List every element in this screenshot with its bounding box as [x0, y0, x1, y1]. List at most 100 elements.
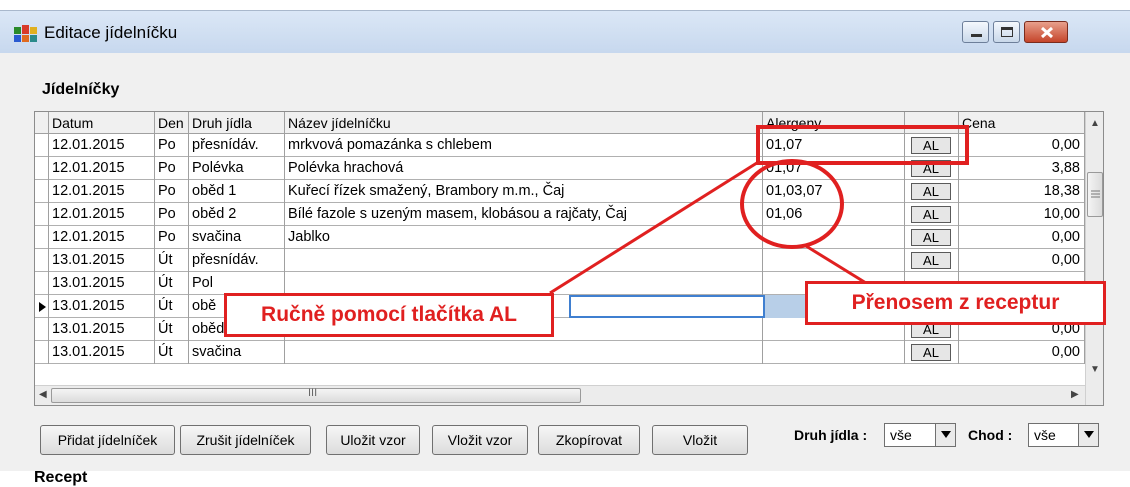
cell-alergeny[interactable]: 01,03,07: [763, 180, 905, 203]
cell-nazev[interactable]: Polévka hrachová: [285, 157, 763, 180]
cell-datum[interactable]: 12.01.2015: [49, 180, 155, 203]
cell-den[interactable]: Po: [155, 203, 189, 226]
allergen-button[interactable]: AL: [911, 252, 951, 269]
cell-datum[interactable]: 12.01.2015: [49, 226, 155, 249]
cell-nazev[interactable]: Jablko: [285, 226, 763, 249]
cell-nazev[interactable]: mrkvová pomazánka s chlebem: [285, 134, 763, 157]
cell-den[interactable]: Po: [155, 157, 189, 180]
cell-druh[interactable]: Polévka: [189, 157, 285, 180]
cell-nazev[interactable]: Kuřecí řízek smažený, Brambory m.m., Čaj: [285, 180, 763, 203]
row-indicator[interactable]: [35, 226, 49, 249]
cell-druh[interactable]: svačina: [189, 341, 285, 364]
cell-datum[interactable]: 12.01.2015: [49, 157, 155, 180]
cell-den[interactable]: Út: [155, 341, 189, 364]
vertical-scrollbar[interactable]: ▲ ▼: [1085, 112, 1103, 405]
cell-alergeny[interactable]: [763, 249, 905, 272]
allergen-button[interactable]: AL: [911, 183, 951, 200]
header-alergeny[interactable]: Alergeny: [763, 112, 905, 134]
vertical-scroll-thumb[interactable]: [1087, 172, 1103, 217]
cell-nazev[interactable]: [285, 272, 763, 295]
cell-cena[interactable]: 10,00: [959, 203, 1085, 226]
allergen-button[interactable]: AL: [911, 206, 951, 223]
cell-datum[interactable]: 12.01.2015: [49, 203, 155, 226]
course-select[interactable]: vše: [1028, 423, 1099, 447]
table-row[interactable]: 12.01.2015 Po oběd 2 Bílé fazole s uzeným m…: [35, 203, 1085, 226]
header-den[interactable]: Den: [155, 112, 189, 134]
cell-druh[interactable]: Pol: [189, 272, 285, 295]
cell-nazev[interactable]: Bílé fazole s uzeným masem, klobásou a r…: [285, 203, 763, 226]
close-button[interactable]: [1024, 21, 1068, 43]
header-nazev[interactable]: Název jídelníčku: [285, 112, 763, 134]
cell-cena[interactable]: 3,88: [959, 157, 1085, 180]
table-row[interactable]: 12.01.2015 Po svačina Jablko AL 0,00: [35, 226, 1085, 249]
cell-cena[interactable]: 0,00: [959, 226, 1085, 249]
scroll-left-icon[interactable]: ◀: [39, 389, 47, 400]
cell-druh[interactable]: svačina: [189, 226, 285, 249]
allergen-button[interactable]: AL: [911, 344, 951, 361]
insert-template-button[interactable]: Vložit vzor: [432, 425, 528, 455]
header-druh[interactable]: Druh jídla: [189, 112, 285, 134]
cancel-menu-button[interactable]: Zrušit jídelníček: [180, 425, 311, 455]
cell-alergeny[interactable]: 01,06: [763, 203, 905, 226]
row-indicator[interactable]: [35, 318, 49, 341]
horizontal-scrollbar[interactable]: ◀ III ▶: [35, 385, 1085, 405]
cell-den[interactable]: Po: [155, 226, 189, 249]
table-row[interactable]: 12.01.2015 Po Polévka Polévka hrachová 01,07…: [35, 157, 1085, 180]
cell-den[interactable]: Po: [155, 180, 189, 203]
table-row[interactable]: 13.01.2015 Út přesnídáv. AL 0,00: [35, 249, 1085, 272]
scroll-down-icon[interactable]: ▼: [1090, 364, 1100, 375]
cell-den[interactable]: Út: [155, 249, 189, 272]
meal-type-dropdown-button[interactable]: [935, 424, 955, 446]
cell-alergeny[interactable]: [763, 226, 905, 249]
cell-datum[interactable]: 13.01.2015: [49, 295, 155, 318]
row-indicator[interactable]: [35, 249, 49, 272]
cell-datum[interactable]: 13.01.2015: [49, 249, 155, 272]
cell-cena[interactable]: 0,00: [959, 341, 1085, 364]
allergen-button[interactable]: AL: [911, 137, 951, 154]
row-indicator[interactable]: [35, 180, 49, 203]
cell-den[interactable]: Út: [155, 295, 189, 318]
cell-nazev[interactable]: [285, 341, 763, 364]
cell-cena[interactable]: 0,00: [959, 134, 1085, 157]
header-datum[interactable]: Datum: [49, 112, 155, 134]
row-indicator[interactable]: [35, 134, 49, 157]
minimize-button[interactable]: [962, 21, 989, 43]
cell-cena[interactable]: 18,38: [959, 180, 1085, 203]
allergen-button[interactable]: AL: [911, 229, 951, 246]
cell-den[interactable]: Po: [155, 134, 189, 157]
cell-druh[interactable]: přesnídáv.: [189, 134, 285, 157]
paste-button[interactable]: Vložit: [652, 425, 748, 455]
maximize-button[interactable]: [993, 21, 1020, 43]
cell-alergeny[interactable]: 01,07: [763, 157, 905, 180]
row-indicator[interactable]: [35, 272, 49, 295]
course-dropdown-button[interactable]: [1078, 424, 1098, 446]
row-indicator[interactable]: [35, 341, 49, 364]
horizontal-scroll-thumb[interactable]: III: [51, 387, 581, 403]
cell-den[interactable]: Út: [155, 272, 189, 295]
cell-datum[interactable]: 13.01.2015: [49, 341, 155, 364]
row-indicator[interactable]: [35, 203, 49, 226]
cell-cena[interactable]: 0,00: [959, 249, 1085, 272]
cell-datum[interactable]: 13.01.2015: [49, 272, 155, 295]
save-template-button[interactable]: Uložit vzor: [326, 425, 420, 455]
cell-druh[interactable]: oběd 1: [189, 180, 285, 203]
cell-druh[interactable]: oběd 2: [189, 203, 285, 226]
copy-button[interactable]: Zkopírovat: [538, 425, 640, 455]
cell-alergeny[interactable]: [763, 341, 905, 364]
cell-alergeny[interactable]: 01,07: [763, 134, 905, 157]
add-menu-button[interactable]: Přidat jídelníček: [40, 425, 175, 455]
name-edit-field[interactable]: [569, 295, 765, 318]
meal-type-select[interactable]: vše: [884, 423, 956, 447]
cell-datum[interactable]: 13.01.2015: [49, 318, 155, 341]
allergen-button[interactable]: AL: [911, 160, 951, 177]
scroll-right-icon[interactable]: ▶: [1071, 389, 1079, 400]
cell-druh[interactable]: přesnídáv.: [189, 249, 285, 272]
menu-grid[interactable]: Datum Den Druh jídla Název jídelníčku Al…: [34, 111, 1104, 406]
scroll-up-icon[interactable]: ▲: [1090, 118, 1100, 129]
row-indicator[interactable]: [35, 157, 49, 180]
cell-den[interactable]: Út: [155, 318, 189, 341]
cell-nazev[interactable]: [285, 249, 763, 272]
table-row[interactable]: 12.01.2015 Po přesnídáv. mrkvová pomazánka …: [35, 134, 1085, 157]
row-indicator[interactable]: [35, 295, 49, 318]
table-row[interactable]: 13.01.2015 Út svačina AL 0,00: [35, 341, 1085, 364]
